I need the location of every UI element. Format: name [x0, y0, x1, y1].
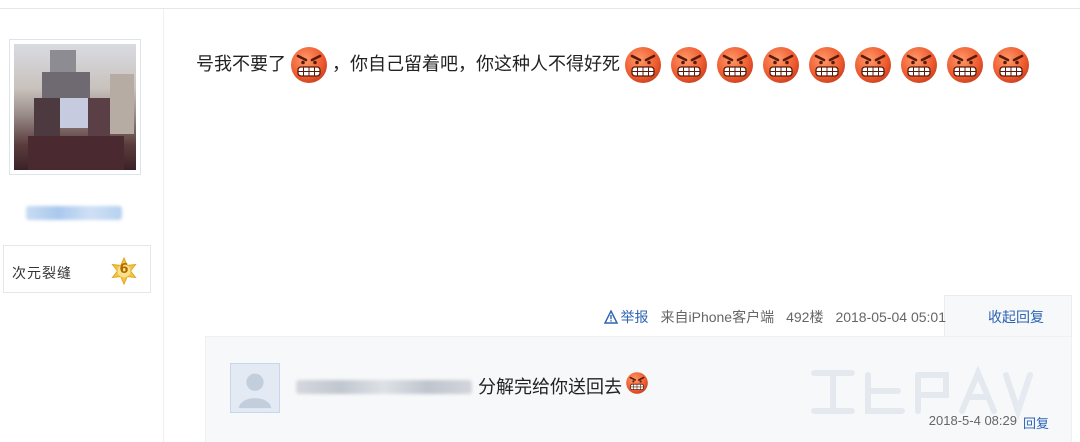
warning-icon — [603, 310, 618, 324]
post-content: 号我不要了 ，你自己留着吧，你这种人不得好死 — [196, 41, 1056, 87]
default-user-icon — [231, 364, 279, 412]
angry-emoji-icon — [807, 45, 847, 85]
level-name: 次元裂缝 — [12, 265, 72, 281]
post-source: 来自iPhone客户端 — [660, 309, 775, 325]
angry-face-icon — [625, 371, 649, 395]
sub-reply-avatar[interactable] — [230, 363, 280, 413]
post-text-part1: 号我不要了 — [196, 54, 286, 74]
angry-emoji-icon — [945, 45, 985, 85]
author-column: 次元裂缝 6 — [0, 9, 164, 442]
angry-emoji-icon — [289, 45, 329, 85]
post-tail: 举报 来自iPhone客户端 492楼 2018-05-04 05:01 — [603, 307, 946, 327]
author-name-blurred[interactable] — [26, 206, 122, 220]
angry-emoji-icon — [899, 45, 939, 85]
angry-emoji-icon — [853, 45, 893, 85]
post-text-part2: ，你自己留着吧，你这种人不得好死 — [332, 54, 620, 74]
report-link[interactable]: 举报 — [603, 307, 649, 327]
post-text: 号我不要了 ，你自己留着吧，你这种人不得好死 — [196, 41, 1056, 87]
post-time: 2018-05-04 05:01 — [835, 309, 946, 325]
post-container: 次元裂缝 6 号我不要了 ，你自己留着吧，你这种人不得好死 举报 来自iPhon… — [0, 8, 1080, 442]
author-avatar[interactable] — [9, 39, 141, 175]
angry-emoji-icon — [623, 45, 663, 85]
sub-reply-content: 分解完给你送回去 — [478, 373, 649, 399]
collapse-reply-button[interactable]: 收起回复 — [988, 307, 1044, 327]
angry-emoji-icon — [715, 45, 755, 85]
angry-emoji-icon — [761, 45, 801, 85]
sub-reply-text: 分解完给你送回去 — [478, 377, 622, 397]
floor-number: 492楼 — [786, 309, 824, 325]
report-label: 举报 — [620, 309, 649, 325]
angry-emoji-icon — [991, 45, 1031, 85]
level-number: 6 — [119, 262, 129, 277]
level-star-icon: 6 — [110, 256, 138, 286]
watermark-logo — [811, 365, 1033, 421]
sub-reply-username-blurred[interactable] — [296, 380, 472, 394]
author-level-box[interactable]: 次元裂缝 6 — [3, 245, 151, 293]
avatar-image-pixelated — [14, 44, 136, 170]
angry-emoji-icon — [669, 45, 709, 85]
